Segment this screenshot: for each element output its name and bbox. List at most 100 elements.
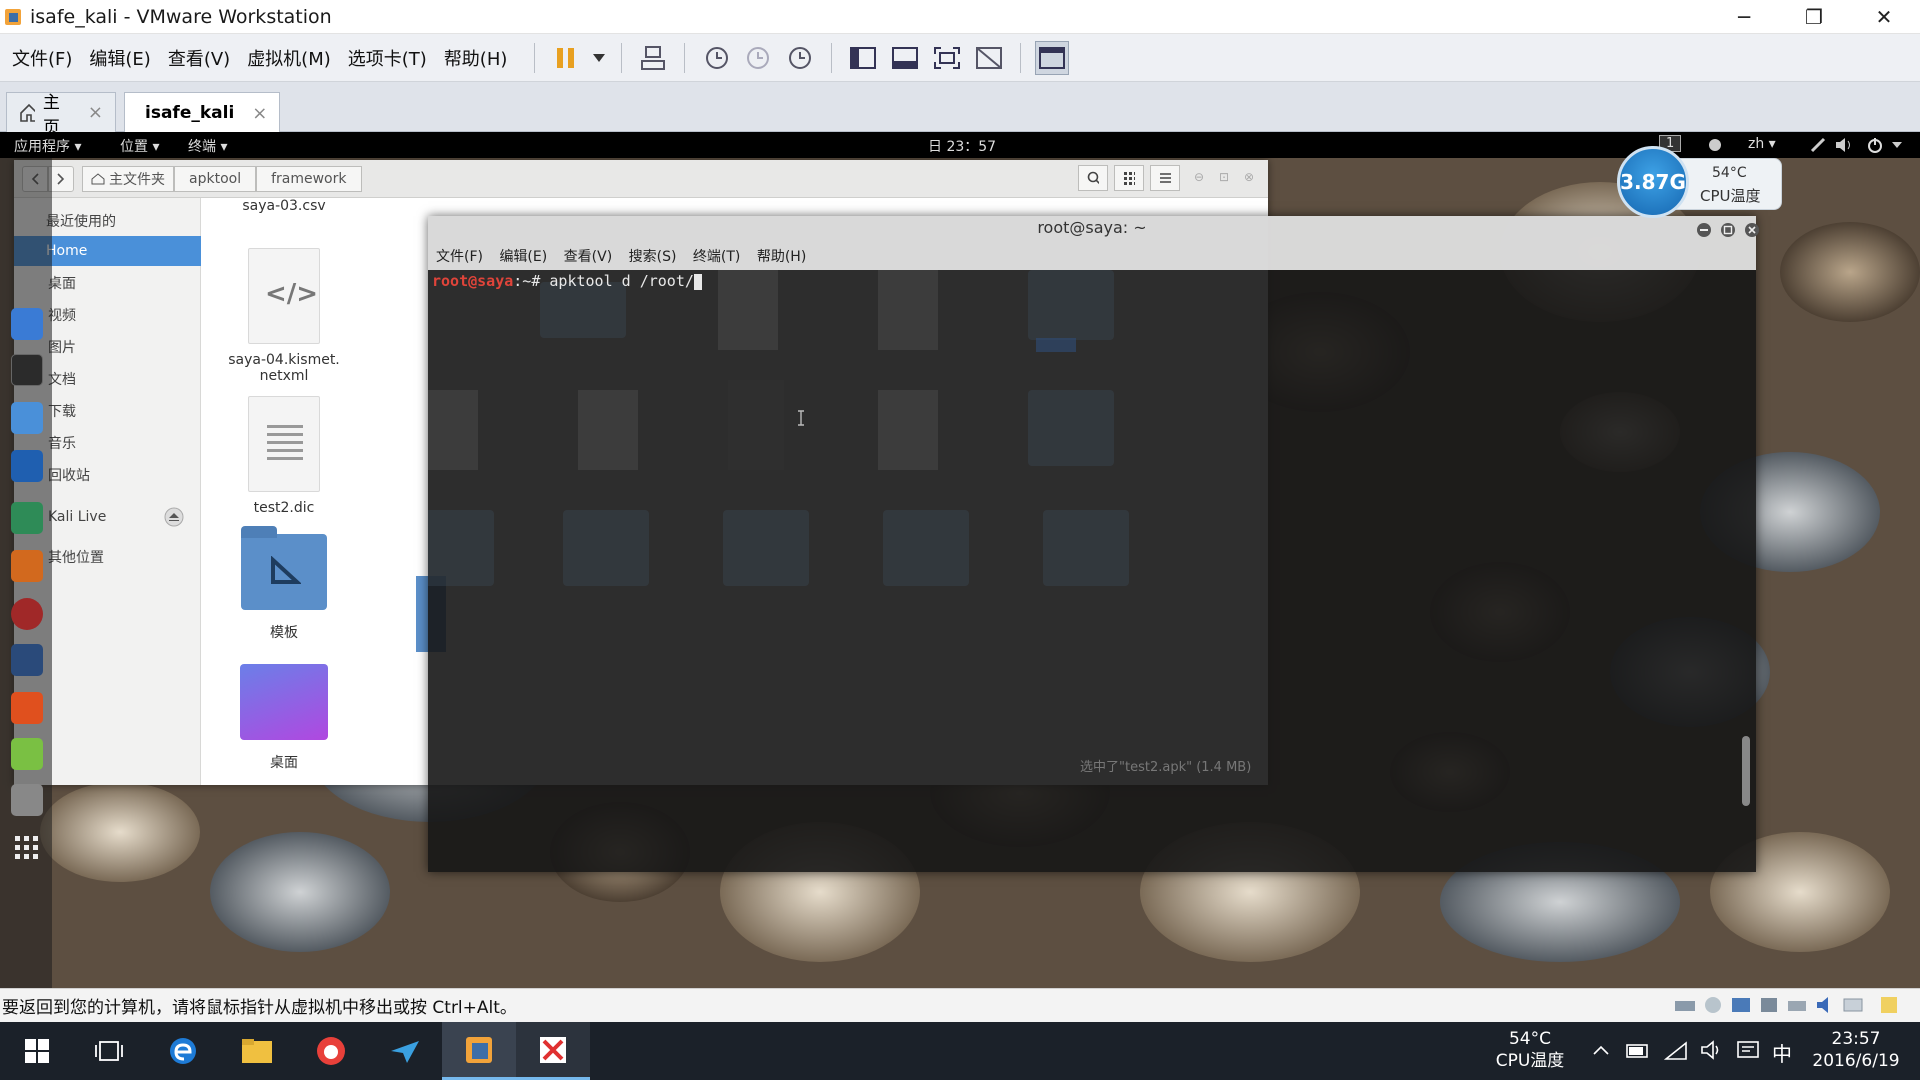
terminal-app-menu[interactable]: 终端 ▾	[188, 136, 227, 156]
display-icon[interactable]	[1842, 995, 1864, 1015]
minimize-button[interactable]: ─	[1710, 0, 1778, 34]
terminal-window[interactable]: root@saya: ~ 文件(F) 编辑(E) 查看(V) 搜索(S) 终端(…	[428, 216, 1759, 872]
armitage-icon[interactable]	[11, 502, 43, 534]
file-item[interactable]: 桌面	[209, 664, 359, 772]
file-item[interactable]: 模板	[209, 526, 359, 642]
screenshot-icon[interactable]	[11, 784, 43, 816]
edge-taskbar-button[interactable]	[146, 1022, 220, 1080]
desktop-folder-icon	[240, 664, 328, 740]
message-icon[interactable]	[1878, 995, 1900, 1015]
ime-indicator[interactable]: 中	[1772, 1038, 1792, 1067]
breadcrumb-framework[interactable]: framework	[256, 165, 362, 192]
clock[interactable]: 日 23：57	[928, 136, 996, 156]
tab-home[interactable]: 主页 ×	[6, 92, 116, 138]
task-view-button[interactable]	[72, 1022, 146, 1080]
snapshot-manager-button[interactable]	[783, 41, 817, 75]
file-item[interactable]: saya-03.csv	[209, 198, 359, 214]
pause-button[interactable]	[549, 41, 583, 75]
tab-isafe-kali[interactable]: isafe_kali ×	[124, 92, 280, 133]
taskbar-clock[interactable]: 23:57 2016/6/19	[1804, 1028, 1908, 1072]
terminal-menu-terminal[interactable]: 终端(T)	[693, 249, 740, 265]
terminal-menu-view[interactable]: 查看(V)	[564, 249, 613, 265]
breadcrumb-apktool[interactable]: apktool	[174, 165, 257, 192]
weibo-taskbar-button[interactable]	[294, 1022, 368, 1080]
notes-icon[interactable]	[11, 738, 43, 770]
eject-icon[interactable]	[164, 507, 184, 527]
chevron-down-icon	[1892, 142, 1902, 148]
show-library-button[interactable]	[846, 41, 880, 75]
fern-icon[interactable]	[11, 692, 43, 724]
chevron-up-icon[interactable]	[1592, 1044, 1610, 1056]
terminal-dock-icon[interactable]	[11, 354, 43, 386]
menu-edit[interactable]: 编辑(E)	[89, 45, 150, 71]
snapshot-button[interactable]	[699, 41, 733, 75]
applications-menu[interactable]: 应用程序 ▾	[14, 136, 81, 156]
menu-help[interactable]: 帮助(H)	[444, 45, 508, 71]
window-maximize[interactable]: ⊡	[1219, 170, 1229, 184]
chat-app-icon[interactable]	[11, 308, 43, 340]
places-menu[interactable]: 位置 ▾	[120, 136, 159, 156]
taskbar-cpu-temp[interactable]: 54°C CPU温度	[1490, 1028, 1570, 1072]
search-button[interactable]	[1078, 165, 1108, 191]
usb-icon[interactable]	[1758, 995, 1780, 1015]
files-dock-icon[interactable]	[11, 402, 43, 434]
xmind-taskbar-button[interactable]	[516, 1022, 590, 1080]
menu-view[interactable]: 查看(V)	[168, 45, 230, 71]
revert-snapshot-button[interactable]	[741, 41, 775, 75]
terminal-prompt-line[interactable]: root@saya:~# apktool d /root/	[432, 272, 702, 290]
menu-vm[interactable]: 虚拟机(M)	[247, 45, 331, 71]
maximize-icon[interactable]	[1720, 222, 1736, 238]
cdrom-icon[interactable]	[1702, 995, 1724, 1015]
system-monitor-widget[interactable]: 54°C CPU温度 3.87G	[1617, 146, 1782, 218]
breadcrumb-home[interactable]: 主文件夹	[82, 165, 174, 192]
tab-isafe-kali-close[interactable]: ×	[252, 103, 267, 124]
pause-dropdown[interactable]	[591, 41, 607, 75]
close-button[interactable]: ✕	[1850, 0, 1918, 34]
send-ctrl-alt-del-button[interactable]	[636, 41, 670, 75]
swift-taskbar-button[interactable]	[368, 1022, 442, 1080]
close-icon[interactable]	[1744, 222, 1760, 238]
restore-button[interactable]: ❐	[1780, 0, 1848, 34]
view-grid-button[interactable]	[1114, 165, 1144, 191]
file-item[interactable]: </> saya-04.kismet. netxml	[209, 248, 359, 384]
burpsuite-icon[interactable]	[11, 550, 43, 582]
file-item[interactable]: test2.dic	[209, 396, 359, 516]
tab-home-close[interactable]: ×	[88, 102, 103, 123]
explorer-taskbar-button[interactable]	[220, 1022, 294, 1080]
full-screen-button[interactable]	[930, 41, 964, 75]
thumbnail-bar-button[interactable]	[888, 41, 922, 75]
power-icon[interactable]	[1866, 136, 1884, 154]
menu-file[interactable]: 文件(F)	[12, 45, 72, 71]
file-name: test2.dic	[253, 500, 315, 516]
show-apps-icon[interactable]	[11, 832, 43, 864]
minimize-icon[interactable]	[1696, 222, 1712, 238]
terminal-menu-edit[interactable]: 编辑(E)	[499, 249, 547, 265]
terminal-menu-file[interactable]: 文件(F)	[436, 249, 483, 265]
notification-message-icon[interactable]	[1736, 1040, 1760, 1062]
unity-button[interactable]	[972, 41, 1006, 75]
metasploit-icon[interactable]	[11, 450, 43, 482]
console-view-button[interactable]	[1035, 40, 1070, 75]
window-minimize[interactable]: ⊖	[1194, 170, 1204, 184]
sound-icon[interactable]	[1814, 995, 1836, 1015]
vm-screen[interactable]: 应用程序 ▾ 位置 ▾ 终端 ▾ 日 23：57 1 zh ▾ 主文件夹 apk…	[0, 132, 1920, 988]
maltego-icon[interactable]	[11, 644, 43, 676]
printer-icon[interactable]	[1786, 995, 1808, 1015]
terminal-menu-help[interactable]: 帮助(H)	[757, 249, 806, 265]
battery-icon[interactable]	[1626, 1041, 1650, 1059]
start-button[interactable]	[0, 1022, 74, 1080]
terminal-menu-search[interactable]: 搜索(S)	[629, 249, 677, 265]
window-close[interactable]: ⊗	[1244, 170, 1254, 184]
harddisk-icon[interactable]	[1674, 995, 1696, 1015]
faraday-icon[interactable]	[11, 598, 43, 630]
task-view-icon	[95, 1041, 123, 1061]
ibeam-cursor-icon	[798, 410, 804, 426]
menu-tabs[interactable]: 选项卡(T)	[348, 45, 427, 71]
vmware-taskbar-button[interactable]	[442, 1022, 516, 1080]
scrollbar-thumb[interactable]	[1742, 736, 1750, 806]
volume-icon[interactable]	[1834, 137, 1854, 153]
volume-icon[interactable]	[1700, 1040, 1724, 1060]
menu-button[interactable]	[1150, 165, 1180, 191]
network-adapter-icon[interactable]	[1730, 995, 1752, 1015]
wifi-icon[interactable]	[1664, 1039, 1688, 1061]
